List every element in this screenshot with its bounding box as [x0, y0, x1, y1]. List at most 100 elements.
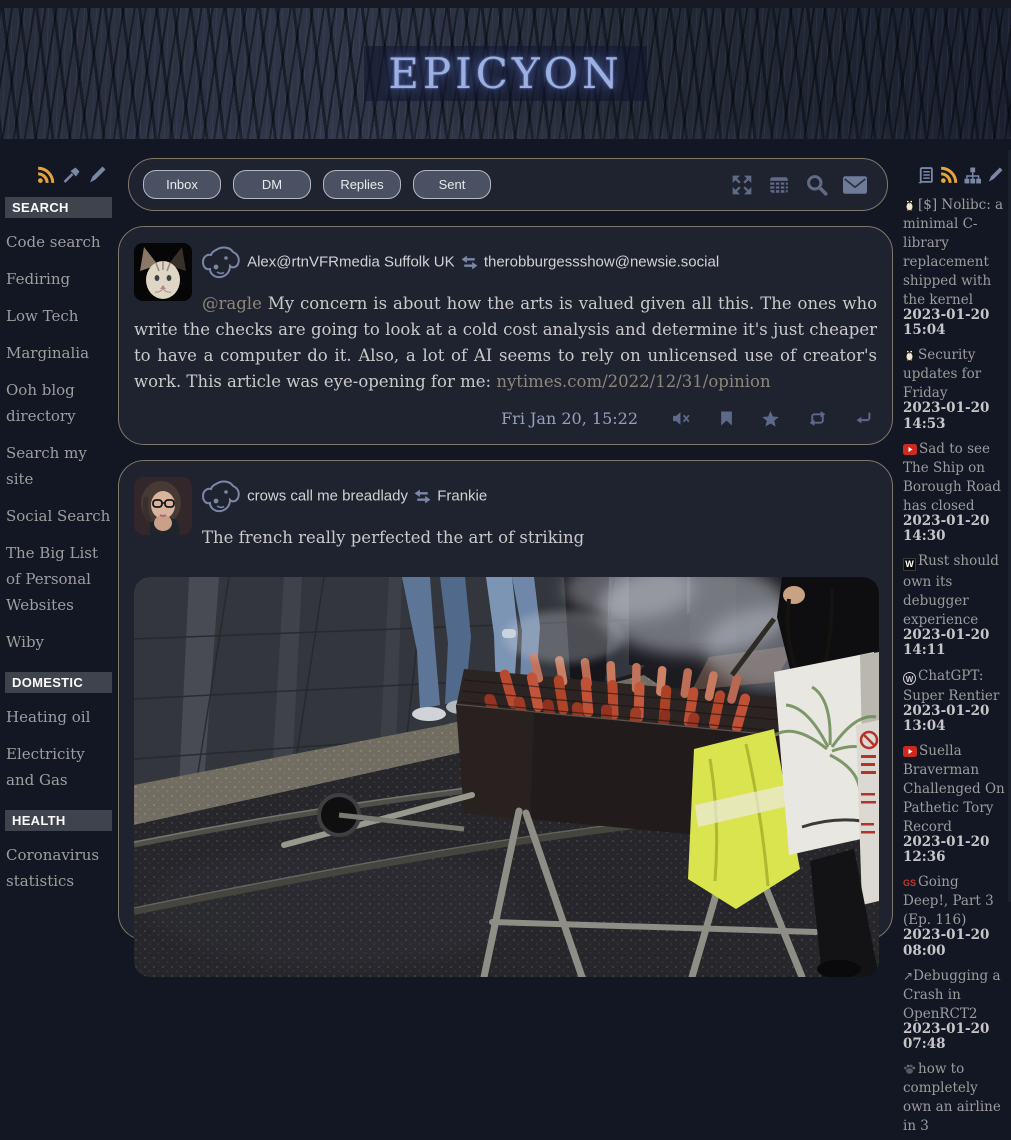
- post-content: @ragle My concern is about how the arts …: [134, 291, 877, 395]
- sidebar-header-domestic: DOMESTIC: [5, 672, 112, 693]
- rss-feed-icon[interactable]: [37, 166, 55, 184]
- tab-replies[interactable]: Replies: [323, 170, 401, 199]
- person-avatar-image: [134, 477, 192, 535]
- sidebar-link-electricity-gas[interactable]: Electricity and Gas: [0, 741, 117, 793]
- site-title: EPICYON: [364, 46, 647, 101]
- penguin-icon: [903, 348, 916, 361]
- newswire-icon[interactable]: [917, 167, 934, 184]
- search-icon[interactable]: [805, 173, 828, 196]
- news-time: 15:04: [903, 323, 1006, 338]
- news-time: 07:48: [903, 1037, 1006, 1052]
- news-date: 2023-01-20: [903, 835, 1006, 850]
- news-date: 2023-01-20: [903, 928, 1006, 943]
- mute-icon[interactable]: [672, 411, 691, 426]
- post-author-line: crows call me breadlady Frankie: [134, 477, 877, 513]
- news-date: 2023-01-20: [903, 704, 1006, 719]
- news-time: 14:11: [903, 643, 1006, 658]
- news-date: 2023-01-20: [903, 401, 1006, 416]
- sidebar-link-code-search[interactable]: Code search: [0, 229, 117, 255]
- news-date: 2023-01-20: [903, 514, 1006, 529]
- gs-podcast-icon: GS: [903, 878, 916, 888]
- wordpress-icon: W: [903, 672, 916, 685]
- post-card: Alex@rtnVFRmedia Suffolk UK therobburges…: [118, 226, 893, 445]
- boost-icon: [413, 489, 432, 504]
- rss-feed-icon[interactable]: [940, 166, 958, 184]
- tab-inbox[interactable]: Inbox: [143, 170, 221, 199]
- avatar[interactable]: [134, 243, 192, 301]
- news-item[interactable]: WRust should own its debugger experience…: [903, 550, 1006, 658]
- sidebar-link-fediring[interactable]: Fediring: [0, 266, 117, 292]
- sidebar-link-coronavirus[interactable]: Coronavirus statistics: [0, 842, 117, 894]
- sidebar-link-big-list[interactable]: The Big List of Personal Websites: [0, 540, 117, 618]
- news-time: 13:04: [903, 719, 1006, 734]
- newswire-list: [$] Nolibc: a minimal C-library replacem…: [903, 194, 1009, 1134]
- external-link-icon: ↗: [903, 969, 913, 983]
- mention-link[interactable]: @ragle: [202, 294, 262, 313]
- repeat-icon[interactable]: [808, 411, 827, 426]
- post-author[interactable]: crows call me breadlady: [247, 488, 408, 505]
- newswire-sidebar: [$] Nolibc: a minimal C-library replacem…: [903, 163, 1009, 1140]
- article-link[interactable]: nytimes.com/2022/12/31/opinion: [496, 372, 770, 391]
- news-title: how to completely own an airline in 3: [903, 1061, 1001, 1134]
- sidebar-link-heating-oil[interactable]: Heating oil: [0, 704, 117, 730]
- news-time: 08:00: [903, 944, 1006, 959]
- news-item[interactable]: WChatGPT: Super Rentier 2023-01-20 13:04: [903, 665, 1006, 734]
- reply-icon[interactable]: [856, 412, 871, 425]
- sidebar-link-search-my-site[interactable]: Search my site: [0, 440, 117, 492]
- sidebar-link-social-search[interactable]: Social Search: [0, 503, 117, 529]
- post-author-line: Alex@rtnVFRmedia Suffolk UK therobburges…: [134, 243, 877, 279]
- boost-icon: [460, 255, 479, 270]
- avatar[interactable]: [134, 477, 192, 535]
- post-content: The french really perfected the art of s…: [134, 525, 877, 551]
- youtube-icon: [903, 444, 917, 455]
- news-title: ChatGPT: Super Rentier: [903, 668, 999, 704]
- post-booster[interactable]: Frankie: [437, 488, 487, 505]
- news-item[interactable]: [$] Nolibc: a minimal C-library replacem…: [903, 194, 1006, 338]
- post-timestamp[interactable]: Fri Jan 20, 15:22: [501, 409, 638, 428]
- expand-icon[interactable]: [731, 174, 753, 196]
- tab-sent[interactable]: Sent: [413, 170, 491, 199]
- news-item[interactable]: how to completely own an airline in 3: [903, 1058, 1006, 1134]
- news-item[interactable]: Sad to see The Ship on Borough Road has …: [903, 438, 1006, 544]
- sidebar-link-marginalia[interactable]: Marginalia: [0, 340, 117, 366]
- person-dog-icon: [202, 245, 242, 279]
- news-date: 2023-01-20: [903, 628, 1006, 643]
- edit-links-icon[interactable]: [62, 166, 81, 184]
- mail-icon[interactable]: [843, 176, 867, 194]
- tab-dm[interactable]: DM: [233, 170, 311, 199]
- bookmark-icon[interactable]: [720, 411, 733, 426]
- person-dog-icon: [202, 479, 242, 513]
- news-time: 14:53: [903, 417, 1006, 432]
- post-booster[interactable]: therobburgessshow@newsie.social: [484, 254, 719, 271]
- edit-pencil-icon[interactable]: [88, 166, 106, 184]
- sidebar-link-wiby[interactable]: Wiby: [0, 629, 117, 655]
- sidebar-header-search: SEARCH: [5, 197, 112, 218]
- sidebar-header-health: HEALTH: [5, 810, 112, 831]
- news-item[interactable]: GSGoing Deep!, Part 3 (Ep. 116) 2023-01-…: [903, 871, 1006, 958]
- post-photo-street-grill[interactable]: [134, 577, 879, 977]
- news-title: Suella Braverman Challenged On Pathetic …: [903, 743, 1005, 835]
- news-item[interactable]: ↗Debugging a Crash in OpenRCT2 2023-01-2…: [903, 965, 1006, 1052]
- news-title: Rust should own its debugger experience: [903, 553, 999, 628]
- post-author[interactable]: Alex@rtnVFRmedia Suffolk UK: [247, 254, 455, 271]
- youtube-icon: [903, 746, 917, 757]
- news-item[interactable]: Security updates for Friday 2023-01-20 1…: [903, 344, 1006, 431]
- edit-pencil-icon[interactable]: [987, 167, 1003, 183]
- news-title: Debugging a Crash in OpenRCT2: [903, 968, 1001, 1022]
- links-sidebar: SEARCH Code search Fediring Low Tech Mar…: [0, 163, 117, 905]
- photo-illustration: [134, 577, 879, 977]
- calendar-icon[interactable]: [768, 174, 790, 196]
- news-time: 14:30: [903, 529, 1006, 544]
- yw-favicon-icon: W: [903, 558, 916, 571]
- penguin-icon: [903, 198, 916, 211]
- star-icon[interactable]: [762, 411, 779, 427]
- sidebar-link-ooh-blog[interactable]: Ooh blog directory: [0, 377, 117, 429]
- news-title: Sad to see The Ship on Borough Road has …: [903, 441, 1001, 514]
- profile-banner[interactable]: EPICYON: [0, 8, 1011, 139]
- news-date: 2023-01-20: [903, 1022, 1006, 1037]
- news-item[interactable]: Suella Braverman Challenged On Pathetic …: [903, 740, 1006, 865]
- news-title: Going Deep!, Part 3 (Ep. 116): [903, 874, 994, 928]
- paw-icon: [903, 1063, 916, 1075]
- share-categories-icon[interactable]: [964, 167, 981, 184]
- sidebar-link-low-tech[interactable]: Low Tech: [0, 303, 117, 329]
